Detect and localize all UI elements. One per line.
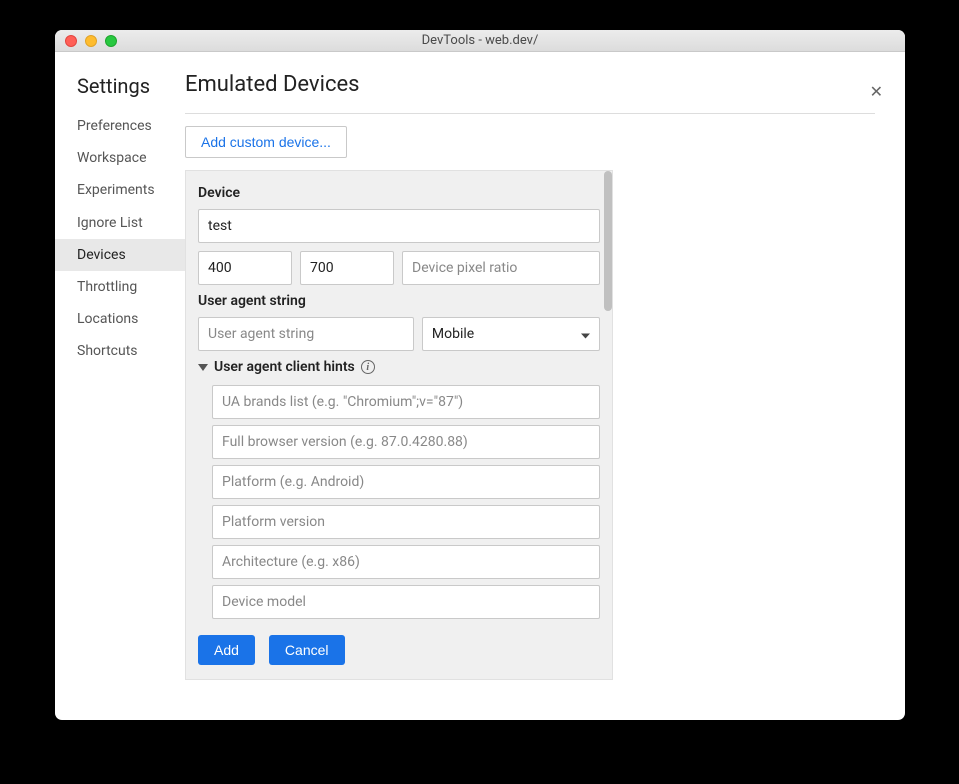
- divider: [185, 113, 875, 114]
- sidebar-item-shortcuts[interactable]: Shortcuts: [55, 335, 185, 367]
- zoom-window-button[interactable]: [105, 35, 117, 47]
- add-button[interactable]: Add: [198, 635, 255, 665]
- ua-type-select[interactable]: [422, 317, 600, 351]
- cancel-button[interactable]: Cancel: [269, 635, 345, 665]
- ua-hints-label: User agent client hints: [214, 359, 355, 375]
- form-buttons: Add Cancel: [198, 635, 600, 665]
- ua-hints-group: [198, 385, 600, 625]
- ua-full-version-input[interactable]: [212, 425, 600, 459]
- ua-brands-input[interactable]: [212, 385, 600, 419]
- ua-platform-version-input[interactable]: [212, 505, 600, 539]
- ua-hints-header[interactable]: User agent client hints i: [198, 359, 600, 375]
- info-icon[interactable]: i: [361, 360, 375, 374]
- settings-body: ✕ Settings Preferences Workspace Experim…: [55, 52, 905, 720]
- sidebar-item-workspace[interactable]: Workspace: [55, 142, 185, 174]
- ua-type-select-wrap[interactable]: [422, 317, 600, 351]
- ua-string-input[interactable]: [198, 317, 414, 351]
- device-width-input[interactable]: [198, 251, 292, 285]
- device-height-input[interactable]: [300, 251, 394, 285]
- ua-platform-input[interactable]: [212, 465, 600, 499]
- sidebar-item-ignore-list[interactable]: Ignore List: [55, 207, 185, 239]
- sidebar-item-preferences[interactable]: Preferences: [55, 110, 185, 142]
- device-dpr-input[interactable]: [402, 251, 600, 285]
- titlebar: DevTools - web.dev/: [55, 30, 905, 52]
- sidebar-item-locations[interactable]: Locations: [55, 303, 185, 335]
- disclosure-triangle-icon: [198, 364, 208, 371]
- minimize-window-button[interactable]: [85, 35, 97, 47]
- device-form-panel: Device User agent string: [185, 170, 613, 680]
- ua-section-label: User agent string: [198, 293, 600, 309]
- page-title: Emulated Devices: [185, 72, 875, 97]
- settings-sidebar: Settings Preferences Workspace Experimen…: [55, 52, 185, 720]
- panel-scrollbar[interactable]: [604, 171, 612, 311]
- settings-main: Emulated Devices Add custom device... De…: [185, 52, 905, 720]
- sidebar-title: Settings: [55, 74, 185, 110]
- close-window-button[interactable]: [65, 35, 77, 47]
- device-section-label: Device: [198, 185, 600, 201]
- traffic-lights: [55, 35, 117, 47]
- devtools-window: DevTools - web.dev/ ✕ Settings Preferenc…: [55, 30, 905, 720]
- ua-architecture-input[interactable]: [212, 545, 600, 579]
- ua-model-input[interactable]: [212, 585, 600, 619]
- sidebar-item-throttling[interactable]: Throttling: [55, 271, 185, 303]
- sidebar-item-experiments[interactable]: Experiments: [55, 174, 185, 206]
- sidebar-item-devices[interactable]: Devices: [55, 239, 185, 271]
- device-name-input[interactable]: [198, 209, 600, 243]
- add-custom-device-button[interactable]: Add custom device...: [185, 126, 347, 158]
- window-title: DevTools - web.dev/: [55, 33, 905, 48]
